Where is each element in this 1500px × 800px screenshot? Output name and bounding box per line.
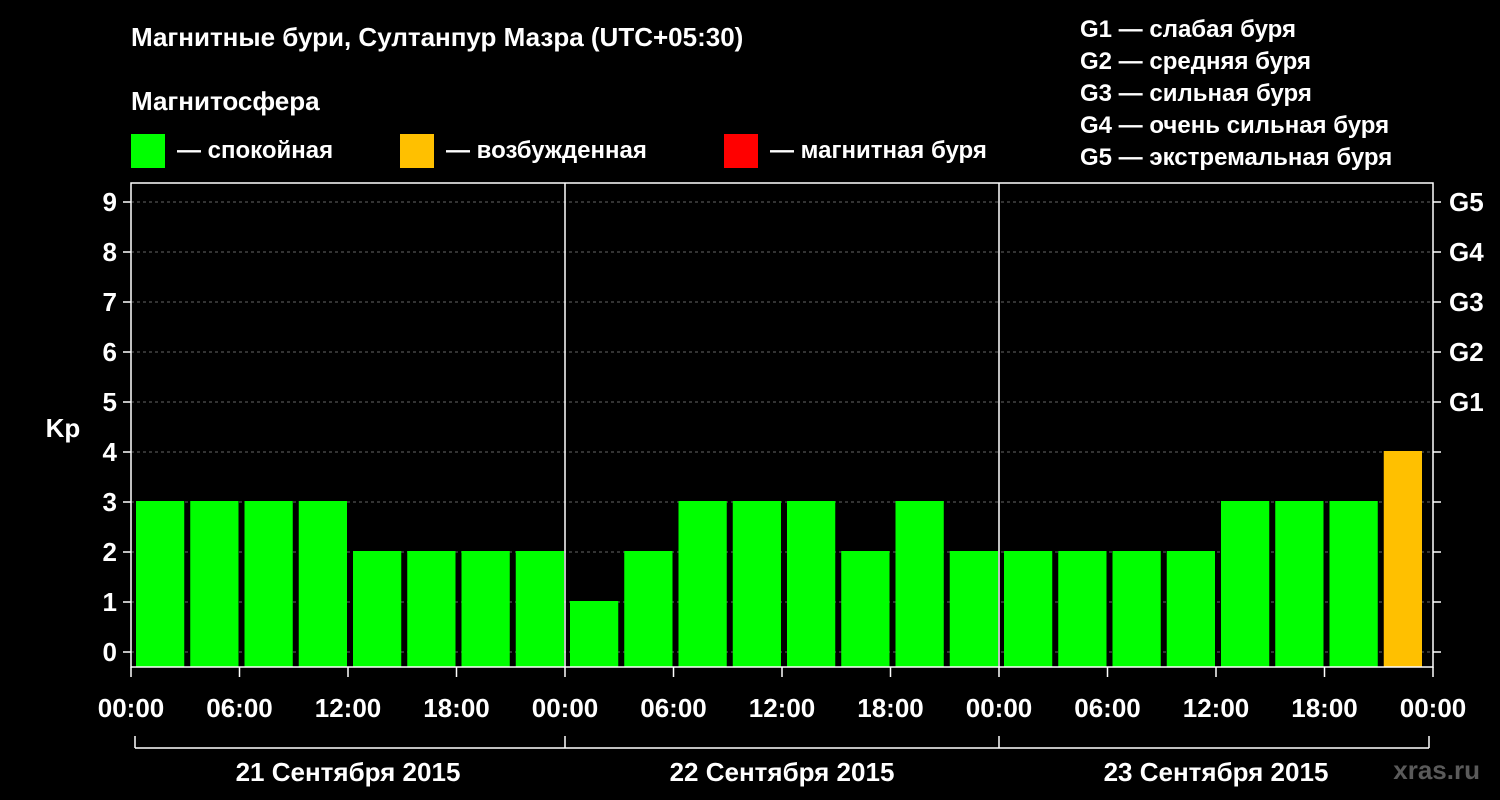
x-tick-label: 12:00 xyxy=(315,693,382,723)
kp-bar xyxy=(570,601,619,667)
x-tick-label: 00:00 xyxy=(1400,693,1467,723)
g-tick-label: G2 xyxy=(1449,337,1484,367)
y-tick-label: 4 xyxy=(103,437,118,467)
kp-bar xyxy=(1221,501,1270,667)
kp-bar xyxy=(407,551,456,667)
kp-chart: 0 1 2 3 4 5 6 7 8 9 G1 G2 G3 G4 G5 Kp 00:00 06:00 12:00 18:… xyxy=(46,182,1484,787)
kp-bar xyxy=(841,551,890,667)
kp-bar xyxy=(1329,501,1378,667)
kp-bar xyxy=(353,551,402,667)
kp-bar xyxy=(298,501,347,667)
x-tick-label: 00:00 xyxy=(532,693,599,723)
kp-bar xyxy=(1275,501,1324,667)
x-tick-label: 00:00 xyxy=(966,693,1033,723)
y-tick-label: 7 xyxy=(103,287,117,317)
kp-bar xyxy=(515,551,564,667)
g-tick-label: G4 xyxy=(1449,237,1484,267)
x-tick-label: 12:00 xyxy=(1183,693,1250,723)
kp-bar xyxy=(1058,551,1107,667)
x-tick-label: 00:00 xyxy=(98,693,165,723)
kp-bar xyxy=(1383,451,1422,667)
kp-bar xyxy=(949,551,998,667)
g-tick-label: G1 xyxy=(1449,387,1484,417)
y-tick-label: 3 xyxy=(103,487,117,517)
y-tick-label: 0 xyxy=(103,637,117,667)
kp-bar xyxy=(1112,551,1161,667)
kp-bar xyxy=(895,501,944,667)
y-tick-label: 9 xyxy=(103,187,117,217)
date-label: 23 Сентября 2015 xyxy=(1104,757,1329,787)
x-tick-label: 06:00 xyxy=(640,693,707,723)
kp-bar xyxy=(244,501,293,667)
x-tick-label: 18:00 xyxy=(857,693,924,723)
kp-bar xyxy=(136,501,185,667)
kp-bar xyxy=(624,551,673,667)
x-tick-label: 06:00 xyxy=(1074,693,1141,723)
y-tick-label: 6 xyxy=(103,337,117,367)
y-tick-label: 5 xyxy=(103,387,117,417)
y-axis-label: Kp xyxy=(46,413,81,443)
g-tick-label: G3 xyxy=(1449,287,1484,317)
g-tick-label: G5 xyxy=(1449,187,1484,217)
date-label: 21 Сентября 2015 xyxy=(236,757,461,787)
kp-bar xyxy=(461,551,510,667)
x-tick-label: 18:00 xyxy=(423,693,490,723)
x-tick-label: 06:00 xyxy=(206,693,273,723)
y-tick-label: 1 xyxy=(103,587,117,617)
y-tick-label: 8 xyxy=(103,237,117,267)
kp-bar xyxy=(678,501,727,667)
kp-bar xyxy=(1004,551,1053,667)
kp-bar xyxy=(787,501,836,667)
kp-bar xyxy=(190,501,239,667)
watermark: xras.ru xyxy=(1393,755,1480,785)
date-label: 22 Сентября 2015 xyxy=(670,757,895,787)
kp-bar xyxy=(732,501,781,667)
y-tick-label: 2 xyxy=(103,537,117,567)
x-tick-label: 12:00 xyxy=(749,693,816,723)
kp-bar xyxy=(1166,551,1215,667)
x-tick-label: 18:00 xyxy=(1291,693,1358,723)
